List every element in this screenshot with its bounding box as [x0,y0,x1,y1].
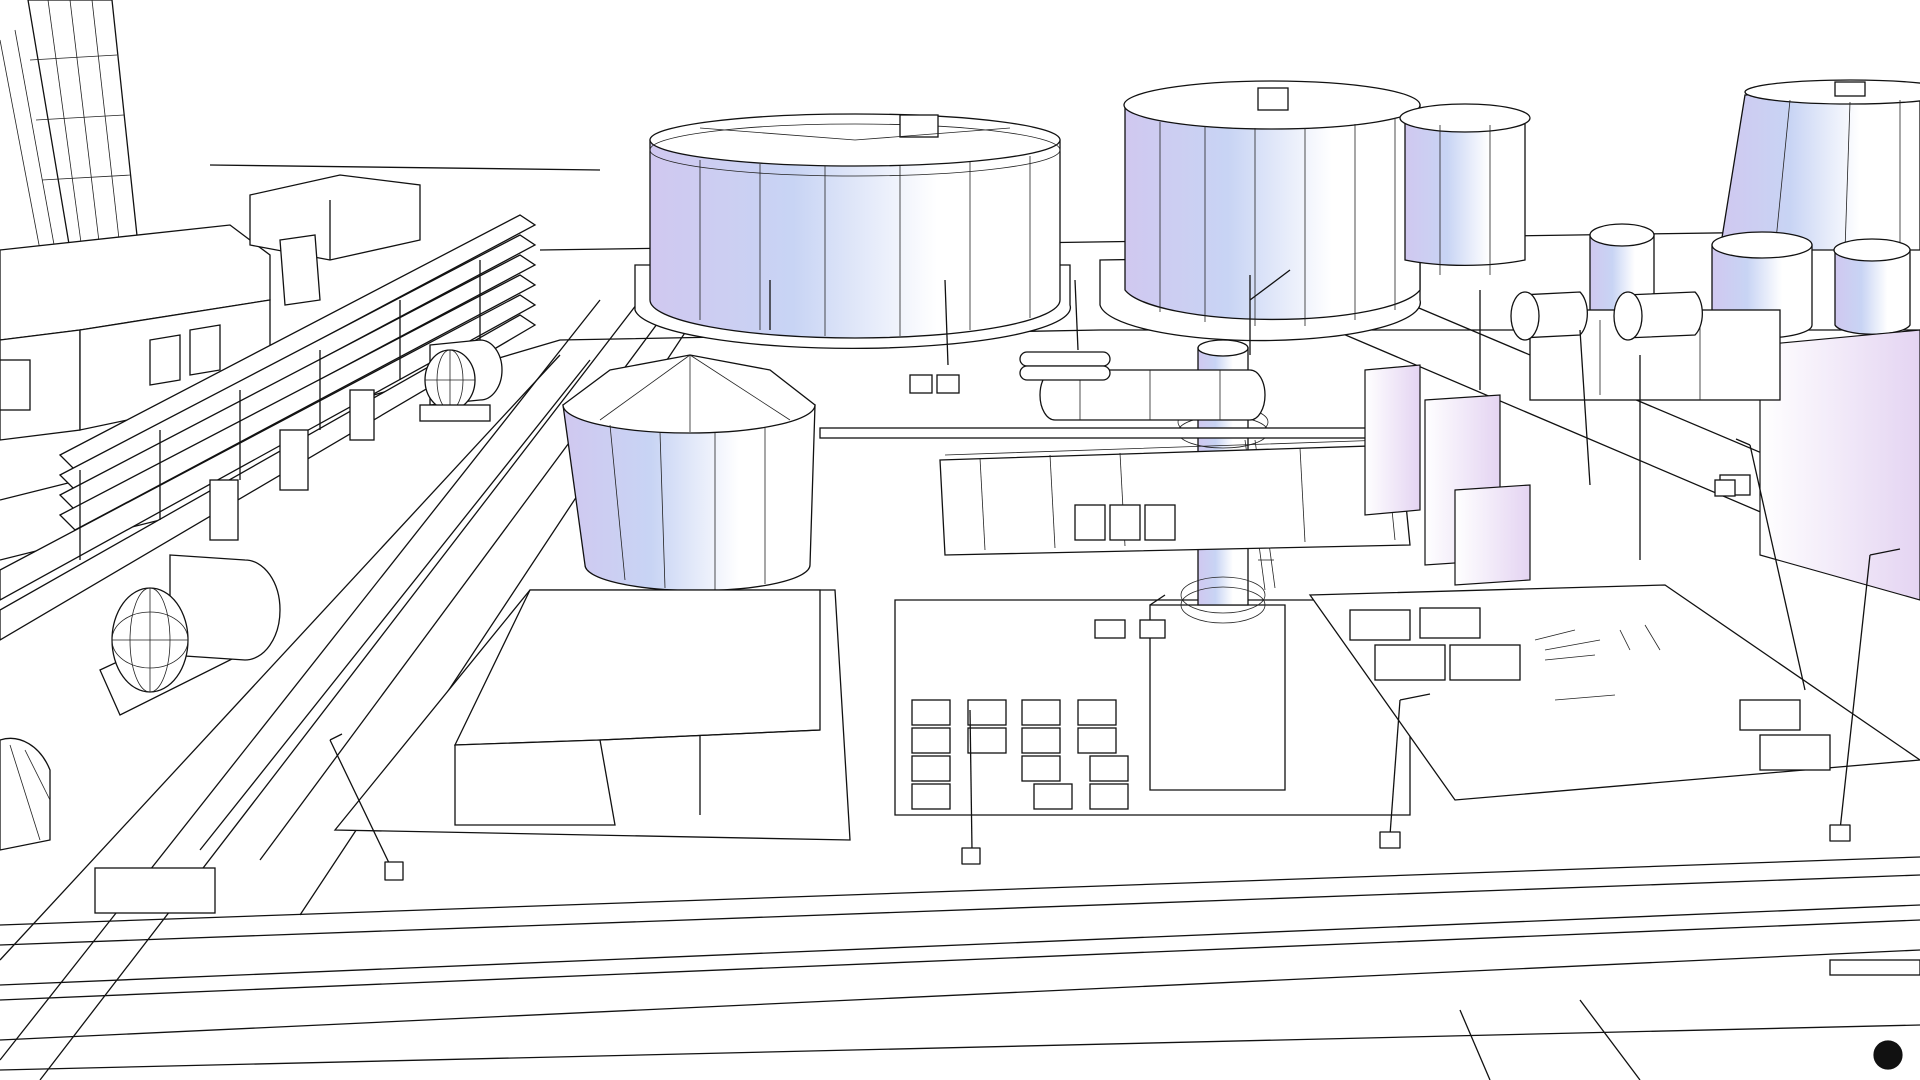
open-warehouse [333,589,851,841]
plant-scene [0,0,1920,1080]
capsule-tank-left-1 [99,554,281,716]
capsule-tank-left-3 [0,737,51,851]
domed-tank [562,354,816,592]
chimney-stack [0,0,139,251]
capsule-tank-right-1 [1510,291,1588,341]
capsule-tank-left-2 [419,339,503,422]
storage-tank-4 [1719,79,1920,251]
small-tank-3 [1833,238,1911,335]
storage-tank-1 [634,113,1072,350]
capsule-tank-right-2 [1613,291,1703,341]
process-unit-frame [939,439,1411,556]
storage-tank-3 [1399,103,1531,275]
right-utility-blocks [1364,309,1920,601]
storage-tank-2 [1099,80,1421,342]
